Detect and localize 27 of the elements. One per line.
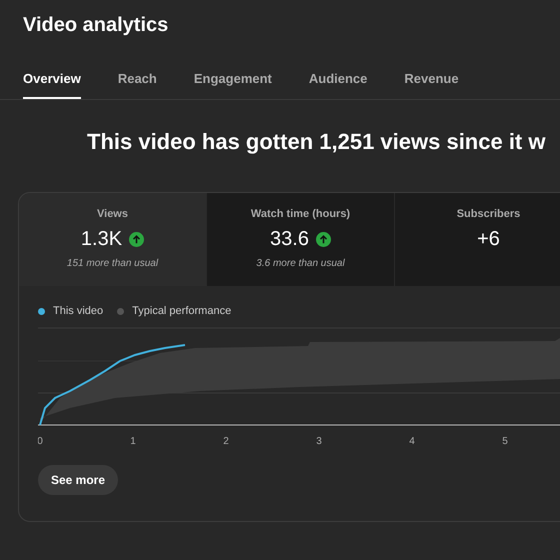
metric-tile[interactable]: Watch time (hours) 33.6 3.6 more than usual: [207, 193, 395, 286]
metric-value: 1.3K: [80, 228, 122, 250]
tab[interactable]: Overview: [23, 71, 81, 99]
metric-value: 33.6: [270, 228, 309, 250]
x-tick-label: 4: [409, 436, 415, 447]
see-more-button[interactable]: See more: [38, 465, 118, 495]
metric-tile[interactable]: Views 1.3K 151 more than usual: [19, 193, 207, 286]
metric-tile[interactable]: Subscribers +6: [395, 193, 560, 286]
metric-label: Views: [97, 208, 128, 220]
legend-label: This video: [53, 305, 104, 317]
x-tick-label: 3: [316, 436, 322, 447]
page-title: Video analytics: [22, 13, 170, 38]
tab[interactable]: Reach: [118, 71, 157, 99]
tab[interactable]: Engagement: [194, 71, 272, 99]
x-tick-label: 5: [502, 436, 508, 447]
x-tick-label: 1: [130, 436, 136, 447]
headline: This video has gotten 1,251 views since it w: [86, 128, 546, 156]
x-tick-label: 0: [38, 436, 43, 447]
metric-note: 151 more than usual: [66, 258, 158, 269]
x-tick-label: 2: [223, 436, 229, 447]
metric-note: 3.6 more than usual: [256, 258, 345, 269]
metric-label: Subscribers: [456, 208, 520, 220]
tab[interactable]: Audience: [308, 71, 368, 99]
legend-label: Typical performance: [132, 305, 232, 317]
metric-value: +6: [477, 228, 500, 250]
tab[interactable]: Revenue: [404, 71, 459, 99]
metric-label: Watch time (hours): [250, 208, 350, 220]
